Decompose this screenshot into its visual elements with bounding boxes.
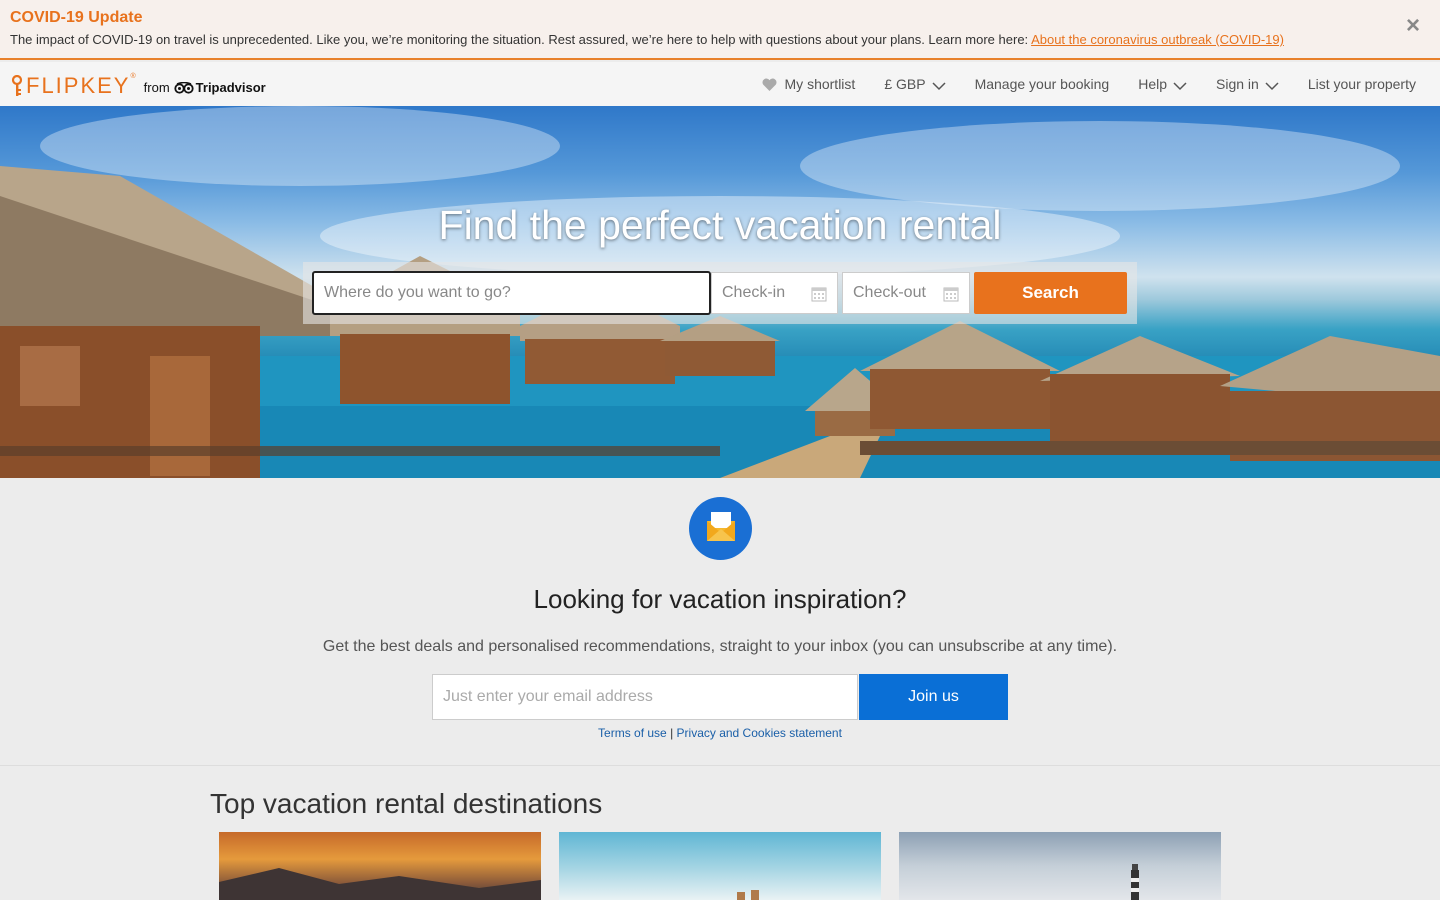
manage-booking-link[interactable]: Manage your booking [975,76,1110,92]
covid-info-link[interactable]: About the coronavirus outbreak (COVID-19… [1031,32,1284,47]
privacy-link[interactable]: Privacy and Cookies statement [677,726,842,740]
newsletter-title: Looking for vacation inspiration? [533,584,907,614]
checkin-label: Check-in [722,284,786,301]
calendar-icon [943,287,959,302]
tripadvisor-owl-icon [174,82,194,94]
beach-image [737,890,759,900]
logo-tripadvisor: Tripadvisor [195,80,266,95]
covid-text: The impact of COVID-19 on travel is unpr… [10,32,1284,47]
logo-from: from [143,80,170,95]
lighthouse-image [1131,864,1139,900]
covid-banner: COVID-19 Update The impact of COVID-19 o… [0,0,1440,60]
close-icon[interactable]: × [1406,14,1420,38]
list-property-link[interactable]: List your property [1308,76,1416,92]
site-header: FLIPKEY ® from Tripadvisor My shortlist … [0,62,1440,106]
mail-icon [689,497,752,560]
hero-title: Find the perfect vacation rental [438,202,1002,248]
covid-title: COVID-19 Update [10,9,143,26]
manage-booking-label: Manage your booking [974,76,1110,92]
chevron-down-icon [932,81,946,90]
terms-links: Terms of use | Privacy and Cookies state… [0,726,1440,740]
signin-dropdown[interactable]: Sign in [1216,76,1279,93]
signin-label: Sign in [1216,76,1259,92]
join-button[interactable]: Join us [859,674,1008,720]
newsletter-section: Looking for vacation inspiration? Get th… [0,478,1440,766]
covid-body: The impact of COVID-19 on travel is unpr… [10,32,1032,47]
checkin-field[interactable]: Check-in [711,272,838,314]
calendar-icon [811,287,827,302]
top-nav: My shortlist £ GBP Manage your booking H… [733,62,1416,106]
help-dropdown[interactable]: Help [1138,76,1187,93]
shortlist-label: My shortlist [784,76,856,92]
terms-link[interactable]: Terms of use [598,726,667,740]
currency-dropdown[interactable]: £ GBP [884,76,946,93]
envelope-icon [707,512,735,541]
logo-wordmark: FLIPKEY [26,73,131,98]
help-label: Help [1138,76,1168,92]
destination-card[interactable] [559,832,881,900]
email-input[interactable]: Just enter your email address [432,674,858,720]
search-form: Where do you want to go? Check-in Check-… [303,262,1137,324]
logo-registered: ® [130,73,136,80]
checkout-field[interactable]: Check-out [842,272,970,314]
hero-banner: Find the perfect vacation rental Where d… [0,106,1440,478]
flipkey-logo[interactable]: FLIPKEY ® from Tripadvisor [10,71,266,97]
currency-label: £ GBP [884,76,926,92]
sunset-image [219,868,541,900]
checkout-label: Check-out [853,284,926,301]
chevron-down-icon [1173,81,1187,90]
destination-input[interactable]: Where do you want to go? [312,271,711,315]
heart-icon [762,78,777,91]
destinations-title: Top vacation rental destinations [210,788,603,819]
chevron-down-icon [1265,81,1279,90]
list-property-label: List your property [1307,76,1416,92]
terms-separator: | [666,726,677,740]
search-button[interactable]: Search [974,272,1127,314]
shortlist-link[interactable]: My shortlist [762,76,856,92]
key-icon [11,75,23,96]
destination-card[interactable] [219,832,541,900]
destination-card[interactable] [899,832,1221,900]
newsletter-subtitle: Get the best deals and personalised reco… [322,638,1118,655]
